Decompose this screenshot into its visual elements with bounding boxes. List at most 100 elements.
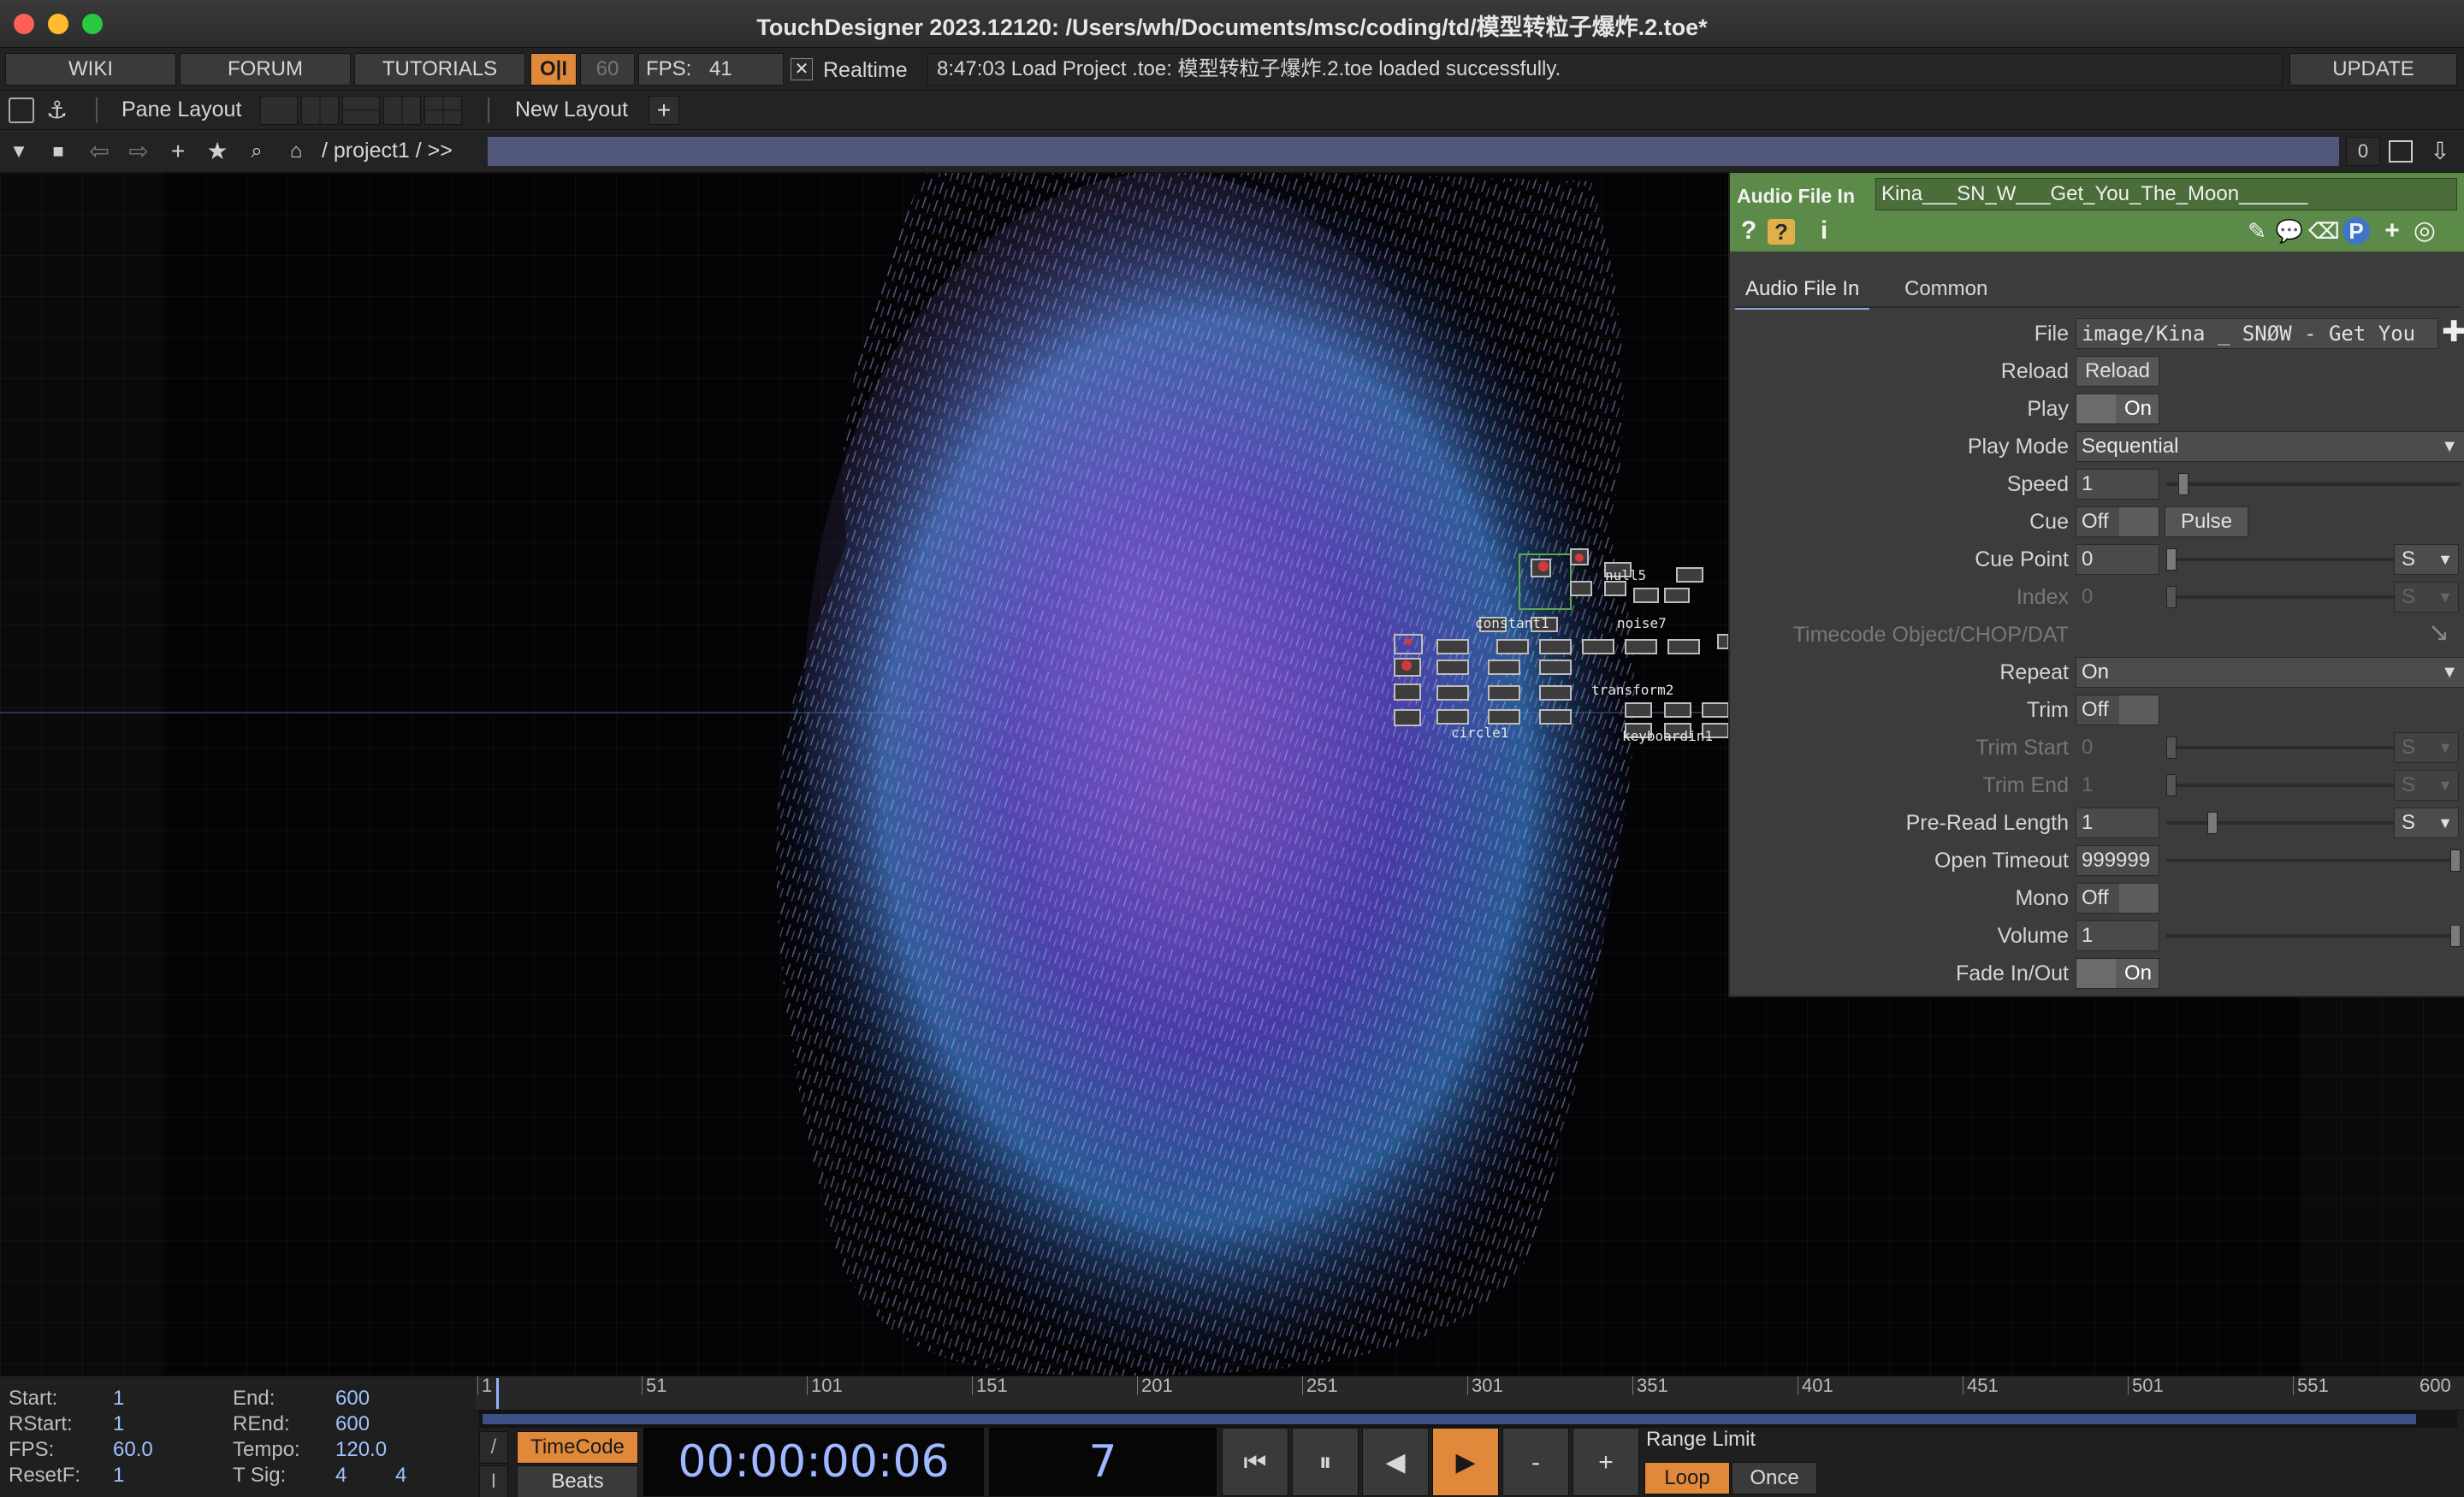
add-icon[interactable]: + (163, 137, 193, 166)
start-value[interactable]: 1 (113, 1387, 124, 1411)
network-path[interactable]: / project1 / >> (322, 139, 453, 163)
python-icon[interactable]: P (2343, 217, 2370, 245)
add-layout-button[interactable]: + (649, 96, 679, 125)
chevron-down-icon[interactable]: ▼ (3, 137, 34, 166)
tutorials-button[interactable]: TUTORIALS (354, 53, 525, 86)
pre-read-length-field[interactable]: 1 (2076, 808, 2159, 838)
loop-button[interactable]: Loop (1644, 1462, 1730, 1494)
open-timeout-slider-track[interactable] (2166, 859, 2461, 862)
speed-field[interactable]: 1 (2076, 469, 2159, 500)
pulse-button[interactable]: Pulse (2165, 506, 2248, 537)
search-icon[interactable]: ⌕ (241, 137, 272, 166)
open-timeout-field[interactable]: 999999 (2076, 845, 2159, 876)
pre-read-unit-menu[interactable]: S ▼ (2394, 808, 2459, 838)
pane-layout-quad-icon[interactable] (424, 96, 462, 125)
speed-slider-knob[interactable] (2178, 473, 2189, 495)
eraser-icon[interactable]: ⌫ (2308, 216, 2340, 246)
step-minus-button[interactable]: - (1502, 1428, 1569, 1496)
play-mode-menu[interactable]: Sequential ▼ (2076, 431, 2464, 462)
info-icon[interactable]: i (1809, 216, 1839, 246)
mono-toggle[interactable]: Off (2076, 883, 2159, 914)
speed-slider-track[interactable] (2166, 482, 2461, 486)
tab-common[interactable]: Common (1894, 272, 1998, 310)
trim-toggle[interactable]: Off (2076, 695, 2159, 725)
beats-button[interactable]: Beats (517, 1465, 638, 1497)
once-button[interactable]: Once (1732, 1462, 1817, 1494)
step-back-button[interactable]: ◀ (1362, 1428, 1429, 1496)
pane-layout-single-icon[interactable] (260, 96, 298, 125)
cue-point-slider-track[interactable] (2166, 558, 2401, 561)
help-icon[interactable]: ? (1733, 216, 1764, 246)
python-help-icon[interactable]: ? (1768, 219, 1795, 245)
forum-button[interactable]: FORUM (180, 53, 351, 86)
image-icon[interactable] (9, 98, 34, 123)
pane-layout-split-horizontal-icon[interactable] (342, 96, 380, 125)
bar-toggle[interactable]: I (479, 1465, 508, 1497)
pre-read-slider-knob[interactable] (2207, 812, 2218, 834)
realtime-checkbox[interactable]: ✕ (791, 58, 813, 80)
cue-point-slider-knob[interactable] (2166, 548, 2177, 571)
tsig-numerator[interactable]: 4 (335, 1464, 346, 1488)
volume-slider-knob[interactable] (2450, 925, 2461, 947)
arrow-pointer-icon[interactable]: ↘ (2428, 618, 2449, 648)
step-plus-button[interactable]: + (1573, 1428, 1639, 1496)
toggle-knob (2076, 959, 2116, 988)
download-arrow-icon[interactable]: ⇩ (2425, 137, 2455, 166)
pane-layout-three-icon[interactable] (383, 96, 421, 125)
tsig-denominator[interactable]: 4 (395, 1464, 406, 1488)
forward-arrow-icon[interactable]: ⇨ (123, 137, 154, 166)
add-icon[interactable]: + (2377, 216, 2408, 246)
timecode-display[interactable]: 00:00:00:06 (643, 1428, 984, 1496)
playhead[interactable] (496, 1378, 499, 1409)
open-timeout-slider-knob[interactable] (2450, 849, 2461, 872)
fps-value[interactable]: 60.0 (113, 1438, 153, 1462)
timecode-button[interactable]: TimeCode (517, 1431, 638, 1464)
ruler-tick: 351 (1632, 1376, 1668, 1395)
home-icon[interactable]: ⌂ (281, 137, 311, 166)
pause-button[interactable]: ⏸ (1292, 1428, 1359, 1496)
range-fill[interactable] (483, 1414, 2416, 1424)
pane-layout-split-vertical-icon[interactable] (301, 96, 339, 125)
volume-slider-track[interactable] (2166, 934, 2461, 938)
repeat-menu[interactable]: On ▼ (2076, 657, 2464, 688)
fade-toggle[interactable]: On (2076, 958, 2159, 989)
oi-badge[interactable]: O|I (530, 53, 577, 86)
volume-field[interactable]: 1 (2076, 920, 2159, 951)
back-arrow-icon[interactable]: ⇦ (84, 137, 115, 166)
pre-read-slider-track[interactable] (2166, 821, 2401, 825)
comment-icon[interactable]: 💬 (2274, 216, 2305, 246)
range-scrubber[interactable] (479, 1411, 2457, 1428)
reload-button[interactable]: Reload (2076, 356, 2159, 387)
cue-toggle[interactable]: Off (2076, 506, 2159, 537)
target-icon[interactable]: ◎ (2409, 216, 2440, 246)
tempo-value[interactable]: 120.0 (335, 1438, 387, 1462)
file-field[interactable]: image/Kina _ SNØW - Get You (2076, 318, 2438, 349)
pencil-icon[interactable]: ✎ (2242, 216, 2272, 246)
frame-display[interactable]: 7 (989, 1428, 1217, 1496)
path-field[interactable] (488, 137, 2339, 166)
slash-toggle[interactable]: / (479, 1431, 508, 1464)
tab-audio-file-in[interactable]: Audio File In (1735, 272, 1870, 310)
cue-point-field[interactable]: 0 (2076, 544, 2159, 575)
mono-label: Mono (2015, 886, 2069, 910)
end-value[interactable]: 600 (335, 1387, 370, 1411)
anchor-icon[interactable]: ⚓ (46, 96, 68, 124)
ruler-tick: 251 (1302, 1376, 1338, 1395)
rend-value[interactable]: 600 (335, 1412, 370, 1436)
operator-name-field[interactable]: Kina___SN_W___Get_You_The_Moon______ (1875, 178, 2457, 210)
wiki-button[interactable]: WIKI (5, 53, 176, 86)
trim-end-unit: S (2402, 773, 2416, 796)
play-toggle[interactable]: On (2076, 393, 2159, 424)
rstart-value[interactable]: 1 (113, 1412, 124, 1436)
cue-point-unit-menu[interactable]: S ▼ (2394, 544, 2459, 575)
rewind-to-start-button[interactable]: ⏮ (1222, 1428, 1288, 1496)
resetf-value[interactable]: 1 (113, 1464, 124, 1488)
cue-point-label: Cue Point (1975, 547, 2069, 571)
update-button[interactable]: UPDATE (2289, 53, 2457, 86)
play-button[interactable]: ▶ (1432, 1428, 1499, 1496)
add-file-icon[interactable]: ✚ (2442, 315, 2464, 349)
frame-ruler[interactable]: 1 51 101 151 201 251 301 351 401 451 501… (476, 1376, 2464, 1411)
star-icon[interactable]: ★ (202, 137, 233, 166)
maximize-pane-icon[interactable] (2389, 140, 2413, 163)
stop-icon[interactable]: ■ (43, 137, 74, 166)
